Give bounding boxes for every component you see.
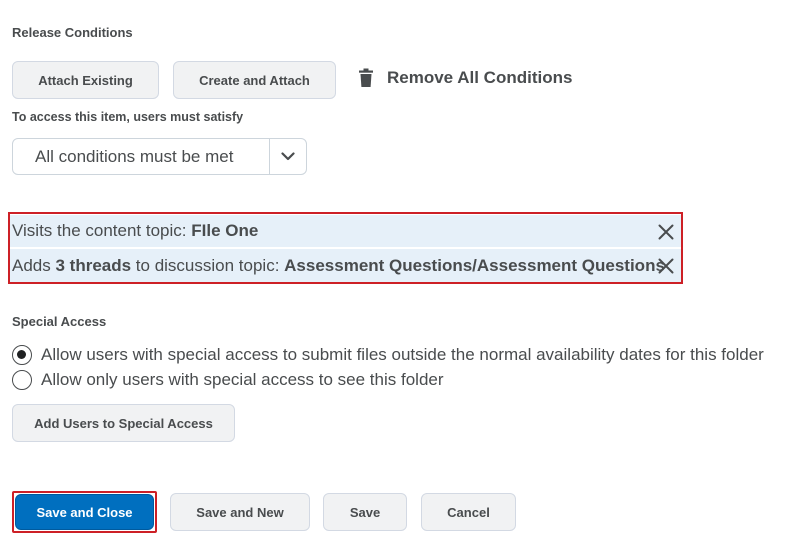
radio-label: Allow users with special access to submi… [41, 345, 764, 364]
remove-all-conditions-label: Remove All Conditions [387, 68, 573, 87]
create-and-attach-button[interactable]: Create and Attach [173, 61, 336, 99]
save-and-new-button[interactable]: Save and New [170, 493, 310, 531]
condition-text: Visits the content topic: FIle One [12, 221, 259, 240]
close-icon[interactable] [655, 255, 677, 277]
save-button[interactable]: Save [323, 493, 407, 531]
attach-existing-button[interactable]: Attach Existing [12, 61, 159, 99]
chevron-down-icon [269, 139, 306, 174]
condition-row: Visits the content topic: FIle One [10, 215, 681, 248]
select-value: All conditions must be met [35, 146, 234, 166]
condition-text: Adds 3 threads to discussion topic: Asse… [12, 255, 665, 275]
save-and-close-button[interactable]: Save and Close [15, 494, 154, 530]
radio-label: Allow only users with special access to … [41, 370, 444, 389]
trash-icon [356, 66, 376, 90]
radio-option-outside-dates[interactable]: Allow users with special access to submi… [12, 345, 764, 365]
condition-row: Adds 3 threads to discussion topic: Asse… [10, 249, 681, 282]
radio-button-unchecked[interactable] [12, 370, 32, 390]
access-requirement-label: To access this item, users must satisfy [12, 110, 244, 124]
radio-button-checked[interactable] [12, 345, 32, 365]
conditions-requirement-select[interactable]: All conditions must be met [12, 138, 307, 175]
release-conditions-heading: Release Conditions [12, 25, 133, 40]
add-users-special-access-button[interactable]: Add Users to Special Access [12, 404, 235, 442]
cancel-button[interactable]: Cancel [421, 493, 516, 531]
attached-conditions-list: Visits the content topic: FIle One Adds … [8, 212, 683, 284]
remove-all-conditions-button[interactable]: Remove All Conditions [356, 66, 572, 90]
radio-option-only-special[interactable]: Allow only users with special access to … [12, 370, 444, 390]
close-icon[interactable] [655, 221, 677, 243]
special-access-heading: Special Access [12, 314, 107, 329]
